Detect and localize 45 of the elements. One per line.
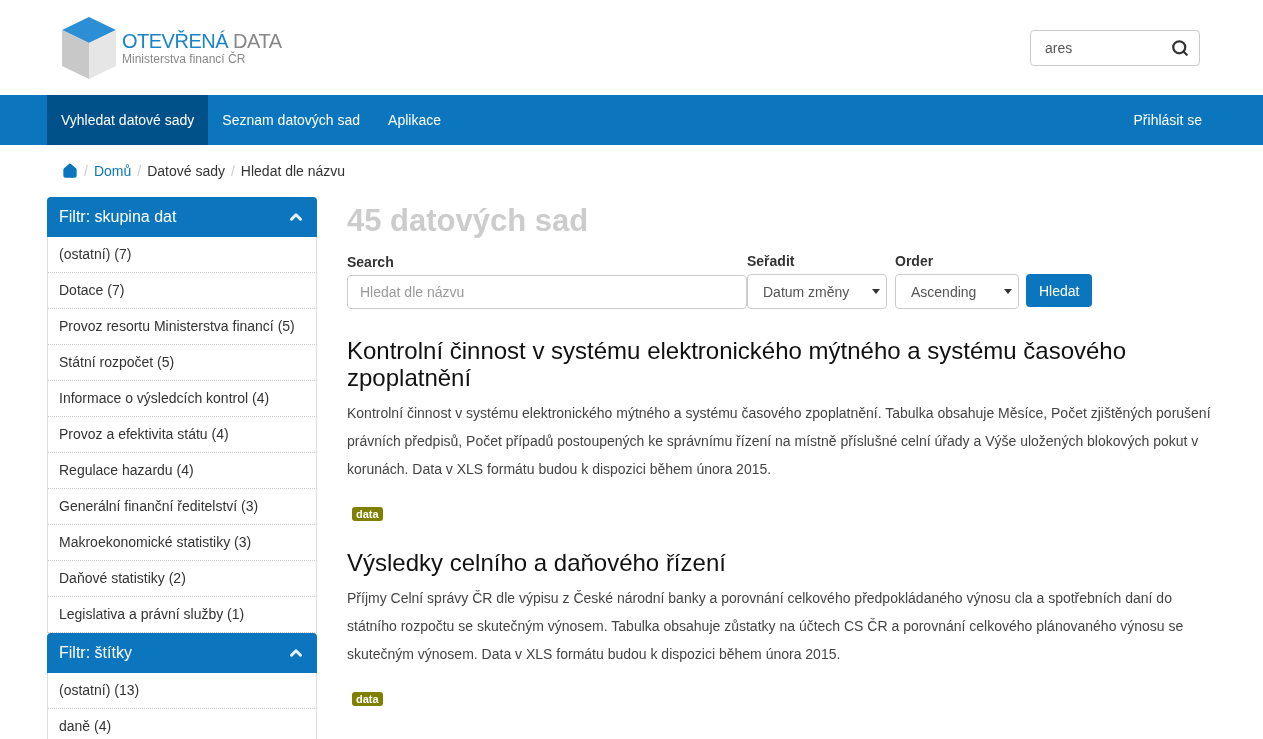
nav-tab[interactable]: Seznam datových sad [208,95,375,145]
sort-select[interactable]: Datum změny [747,274,887,309]
filter-item[interactable]: Provoz a efektivita státu (4) [47,417,317,453]
dataset-description: Příjmy Celní správy ČR dle výpisu z České národní banky a porovnání celkového předpokládaného výnosu cla a spotřebních daní do státního rozpočtu se skutečným výnosem. Tabulka obsahuje zůstatky na účtech CS ČR a porovnání celkového plánovaného výnosu se skutečným výnosem. Data v XLS formátu budou k dispozici během února 2015. [347,589,1185,664]
filter-title: Filtr: skupina dat [59,208,177,226]
filter-header[interactable]: Filtr: štítky [47,633,317,673]
filter-item[interactable]: Provoz resortu Ministerstva financí (5) [47,309,317,345]
filter-item[interactable]: (ostatní) (13) [47,673,317,709]
filter-item[interactable]: daně (4) [47,709,317,739]
filter-item[interactable]: Informace o výsledcích kontrol (4) [47,381,317,417]
search-bar[interactable]: ares [1030,29,1200,66]
site-subtitle: Ministerstva financí ČR [122,51,247,66]
format-tag: data [352,692,383,706]
search-button[interactable]: Hledat [1026,274,1093,307]
filter-item[interactable]: Regulace hazardu (4) [47,453,317,489]
sort-label: Seřadit [747,253,796,269]
filter-item[interactable]: Makroekonomické statistiky (3) [47,525,317,561]
cube-logo-icon [62,16,116,79]
dataset-title[interactable]: Výsledky celního a daňového řízení [347,549,1216,576]
nav-tab[interactable]: Vyhledat datové sady [47,95,209,145]
breadcrumb-separator: / [230,163,235,179]
breadcrumb-separator: / [84,163,88,179]
filter-item[interactable]: Dotace (7) [47,273,317,309]
order-label: Order [895,253,935,269]
dataset-description: Kontrolní činnost v systému elektronického mýtného a systému časového zpoplatnění. Tabulka obsahuje Měsíce, Počet zjištěných porušení právních předpisů, Počet případů postoupených ke správnímu řízení na místně příslušné celní úřady a Výše uložených blokových pokut v korunách. Data v XLS formátu budou k dispozici během února 2015. [347,404,1212,479]
filter-item[interactable]: Generální finanční ředitelství (3) [47,489,317,525]
filter-item[interactable]: Daňové statistiky (2) [47,561,317,597]
filter-header[interactable]: Filtr: skupina dat [47,197,317,237]
site-title: OTEVŘENÁ DATA [122,29,282,52]
order-select[interactable]: Ascending [895,274,1019,309]
search-input[interactable]: Hledat dle názvu [347,275,747,309]
login-link[interactable]: Přihlásit se [1119,95,1216,145]
nav-tab[interactable]: Aplikace [374,95,456,145]
filter-item[interactable]: Státní rozpočet (5) [47,345,317,381]
filter-item[interactable]: (ostatní) (7) [47,237,317,273]
dataset-title[interactable]: Kontrolní činnost v systému elektronického mýtného a systému časového zpoplatnění [347,337,1216,391]
format-tag: data [352,507,383,521]
breadcrumb-separator: / [137,163,142,179]
breadcrumb-item: Datové sady [147,163,225,179]
filter-title: Filtr: štítky [59,644,132,662]
search-icon[interactable] [1171,38,1189,57]
search-label: Search [347,254,395,270]
breadcrumb-link[interactable]: Domů [93,163,132,179]
home-icon[interactable] [62,163,78,179]
breadcrumb-item: Hledat dle názvu [240,163,346,179]
